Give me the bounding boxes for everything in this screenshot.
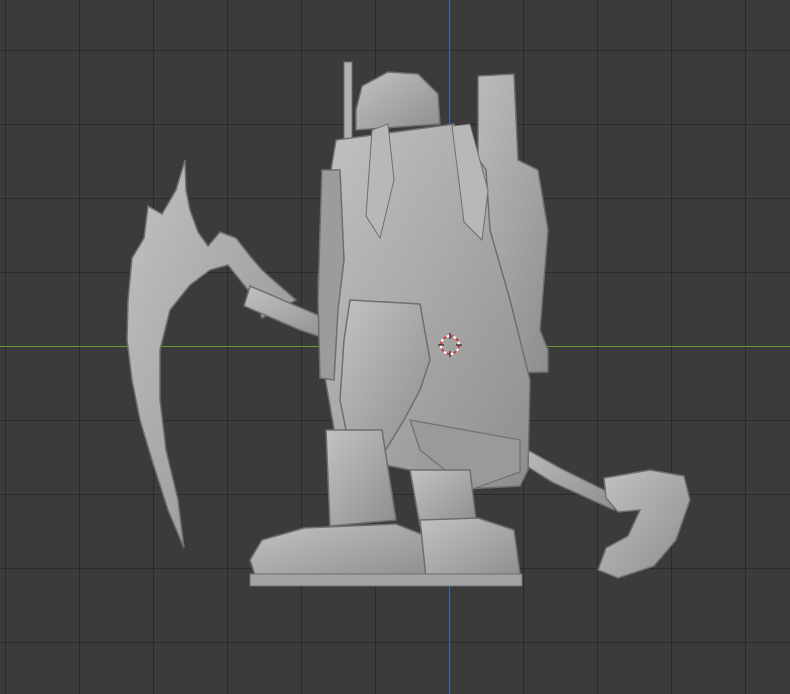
boot-right	[419, 517, 521, 579]
3d-cursor-icon[interactable]	[438, 333, 462, 357]
model-base	[249, 573, 523, 587]
helmet	[355, 71, 441, 131]
leg-right	[409, 469, 477, 527]
scythe-blade	[126, 159, 298, 549]
boot-left	[249, 523, 431, 579]
helmet-horn	[343, 61, 353, 143]
dwarf-model[interactable]	[0, 0, 790, 694]
3d-viewport[interactable]	[0, 0, 790, 694]
axe-head	[597, 469, 691, 579]
